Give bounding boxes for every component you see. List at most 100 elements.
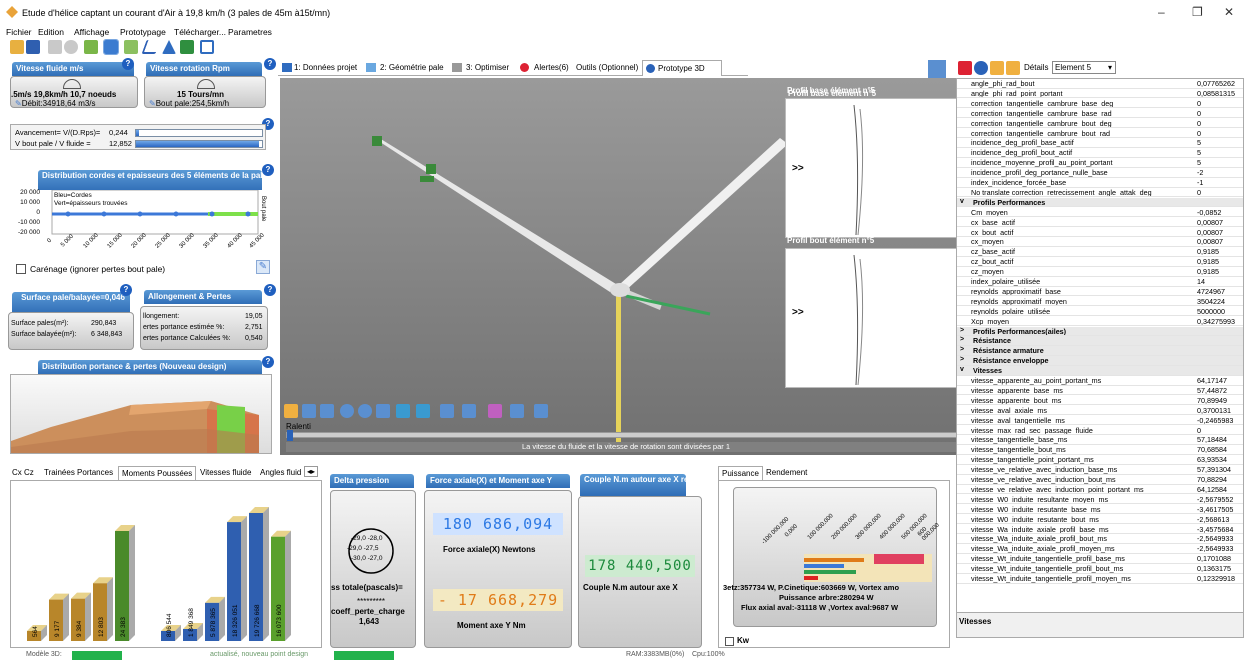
property-row[interactable]: cx_base_actif 0,00807: [957, 218, 1243, 228]
property-row[interactable]: Cm_moyen -0,0852: [957, 208, 1243, 218]
property-row[interactable]: angle_phi_rad_bout 0,07765262: [957, 79, 1243, 89]
menu-prototypage[interactable]: Prototypage: [120, 27, 166, 37]
menu-fichier[interactable]: Fichier: [6, 27, 32, 37]
property-row[interactable]: incidence_deg_profil_bout_actif 5: [957, 148, 1243, 158]
expand-icon[interactable]: v: [960, 366, 964, 373]
property-row[interactable]: correction_tangentielle_cambrure_bout_de…: [957, 119, 1243, 129]
property-row[interactable]: vitesse_tangentielle_bout_ms 70,68584: [957, 445, 1243, 455]
property-row[interactable]: incidence_deg_profil_base_actif 5: [957, 138, 1243, 148]
property-category[interactable]: > Résistance: [957, 336, 1243, 346]
tab-outils[interactable]: Outils (Optionnel): [576, 63, 638, 72]
property-row[interactable]: vitesse_ve_relative_avec_induction_bout_…: [957, 475, 1243, 485]
carenage-checkbox[interactable]: [16, 264, 26, 274]
window-icon[interactable]: [103, 39, 119, 55]
menu-affichage[interactable]: Affichage: [74, 27, 109, 37]
slider-thumb[interactable]: [287, 430, 293, 441]
property-row[interactable]: vitesse_Wt_induite_tangentielle_profil_b…: [957, 564, 1243, 574]
property-row[interactable]: incidence_profil_deg_portance_nulle_base…: [957, 168, 1243, 178]
element-select[interactable]: Element 5 ▾: [1052, 61, 1116, 74]
property-row[interactable]: vitesse_max_rad_sec_passage_fluide 0: [957, 426, 1243, 435]
tab-trainees[interactable]: Trainées Portances: [44, 468, 113, 477]
property-row[interactable]: vitesse_W0_induite_resutante_bout_ms -2,5…: [957, 515, 1243, 525]
property-row[interactable]: reynolds_polaire_utilisée 5000000: [957, 307, 1243, 317]
property-row[interactable]: vitesse_Wa_induite_axiale_profil_base_ms…: [957, 525, 1243, 534]
property-row[interactable]: index_incidence_forcée_base -1: [957, 178, 1243, 188]
view-icon[interactable]: [928, 60, 946, 78]
open-icon[interactable]: [10, 40, 24, 54]
save-icon[interactable]: [26, 40, 40, 54]
property-row[interactable]: vitesse_apparente_au_point_portant_ms 64,…: [957, 376, 1243, 386]
pan-icon[interactable]: [376, 404, 390, 418]
tab-angles-fluid[interactable]: Angles fluid: [260, 468, 301, 477]
property-category[interactable]: > Résistance enveloppe: [957, 356, 1243, 366]
settings-icon[interactable]: [64, 40, 78, 54]
tab-prototype-3d[interactable]: Prototype 3D: [642, 60, 722, 76]
property-row[interactable]: vitesse_Wt_induite_tangentielle_profil_m…: [957, 574, 1243, 584]
property-row[interactable]: vitesse_W0_induite_resultante_moyen_ms -2…: [957, 495, 1243, 505]
property-row[interactable]: cz_base_actif 0,9185: [957, 247, 1243, 257]
tab-moments[interactable]: Moments Poussées: [118, 466, 197, 480]
display-icon[interactable]: [416, 404, 430, 418]
palette-icon[interactable]: [510, 404, 524, 418]
property-category[interactable]: > Résistance armature: [957, 346, 1243, 356]
tab-scroll-arrows[interactable]: ◂▸: [304, 466, 319, 477]
chart-icon[interactable]: [84, 40, 98, 54]
help-icon[interactable]: ?: [264, 284, 276, 296]
maximize-button[interactable]: ❐: [1192, 5, 1203, 19]
menu-edition[interactable]: Edition: [38, 27, 64, 37]
expand-icon[interactable]: >: [960, 346, 964, 353]
property-row[interactable]: incidence_moyenne_profil_au_point_portan…: [957, 158, 1243, 168]
cut-icon[interactable]: [48, 40, 62, 54]
tab-puissance[interactable]: Puissance: [718, 466, 763, 480]
property-row[interactable]: correction_tangentielle_cambrure_base_ra…: [957, 109, 1243, 119]
property-row[interactable]: correction_tangentielle_cambrure_bout_ra…: [957, 129, 1243, 138]
pencil-icon[interactable]: ✎: [256, 260, 270, 274]
tab-donnees-projet[interactable]: 1: Données projet: [294, 63, 357, 72]
expand-icon[interactable]: >: [960, 356, 964, 363]
property-row[interactable]: vitesse_Wa_induite_axiale_profil_moyen_m…: [957, 544, 1243, 554]
property-row[interactable]: cz_moyen 0,9185: [957, 267, 1243, 277]
light-icon[interactable]: [396, 404, 410, 418]
tab-cx-cz[interactable]: Cx Cz: [12, 468, 34, 477]
property-row[interactable]: vitesse_ve_relative_avec_induction_point…: [957, 485, 1243, 495]
expand-icon[interactable]: >: [960, 336, 964, 343]
property-row[interactable]: index_polaire_utilisée 14: [957, 277, 1243, 287]
property-row[interactable]: cz_bout_actif 0,9185: [957, 257, 1243, 267]
minimize-button[interactable]: –: [1158, 5, 1165, 19]
property-row[interactable]: Xcp_moyen 0,34275993: [957, 317, 1243, 327]
blade-icon[interactable]: [162, 40, 176, 54]
rotate-icon[interactable]: [358, 404, 372, 418]
menu-parametres[interactable]: Parametres: [228, 27, 272, 37]
check-icon[interactable]: [141, 40, 161, 54]
property-row[interactable]: vitesse_W0_induite_resutante_base_ms -3,4…: [957, 505, 1243, 515]
property-row[interactable]: cx_bout_actif 0,00807: [957, 228, 1243, 237]
screen-icon[interactable]: [320, 404, 334, 418]
grid-icon[interactable]: [124, 40, 138, 54]
property-row[interactable]: cx_moyen 0,00807: [957, 237, 1243, 247]
menu-telecharger[interactable]: Télécharger...: [174, 27, 226, 37]
tab-vitesses-fluide[interactable]: Vitesses fluide: [200, 468, 251, 477]
property-row[interactable]: vitesse_Wa_induite_axiale_profil_bout_ms…: [957, 534, 1243, 544]
help-icon[interactable]: ?: [262, 356, 274, 368]
category-icon[interactable]: [1006, 61, 1020, 75]
property-row[interactable]: vitesse_aval_axiale_ms 0,3700131: [957, 406, 1243, 416]
rotation-speed-box[interactable]: 15 Tours/mn ✎Bout pale:254,5km/h: [144, 76, 266, 108]
property-row[interactable]: No translate correction_retrecissement_a…: [957, 188, 1243, 198]
property-row[interactable]: angle_phi_rad_point_portant 0,08581315: [957, 89, 1243, 99]
expand-icon[interactable]: >: [960, 327, 964, 334]
help-icon[interactable]: ?: [122, 58, 134, 70]
close-icon[interactable]: [958, 61, 972, 75]
info-icon[interactable]: [974, 61, 988, 75]
folder-icon[interactable]: [284, 404, 298, 418]
fluid-speed-box[interactable]: .5m/s 19,8km/h 10,7 noeuds ✎Débit:34918,…: [10, 76, 138, 108]
property-row[interactable]: vitesse_Wt_induite_tangentielle_profil_b…: [957, 554, 1243, 564]
property-row[interactable]: vitesse_apparente_bout_ms 70,89949: [957, 396, 1243, 406]
export-icon[interactable]: [534, 404, 548, 418]
book-icon[interactable]: [180, 40, 194, 54]
property-row[interactable]: vitesse_tangentielle_base_ms 57,18484: [957, 435, 1243, 445]
tab-optimiser[interactable]: 3: Optimiser: [466, 63, 509, 72]
property-grid[interactable]: angle_phi_rad_bout 0,07765262 angle_phi_ra…: [956, 78, 1244, 638]
measure-icon[interactable]: [440, 404, 454, 418]
shape-icon[interactable]: [488, 404, 502, 418]
wind-icon[interactable]: [462, 404, 476, 418]
